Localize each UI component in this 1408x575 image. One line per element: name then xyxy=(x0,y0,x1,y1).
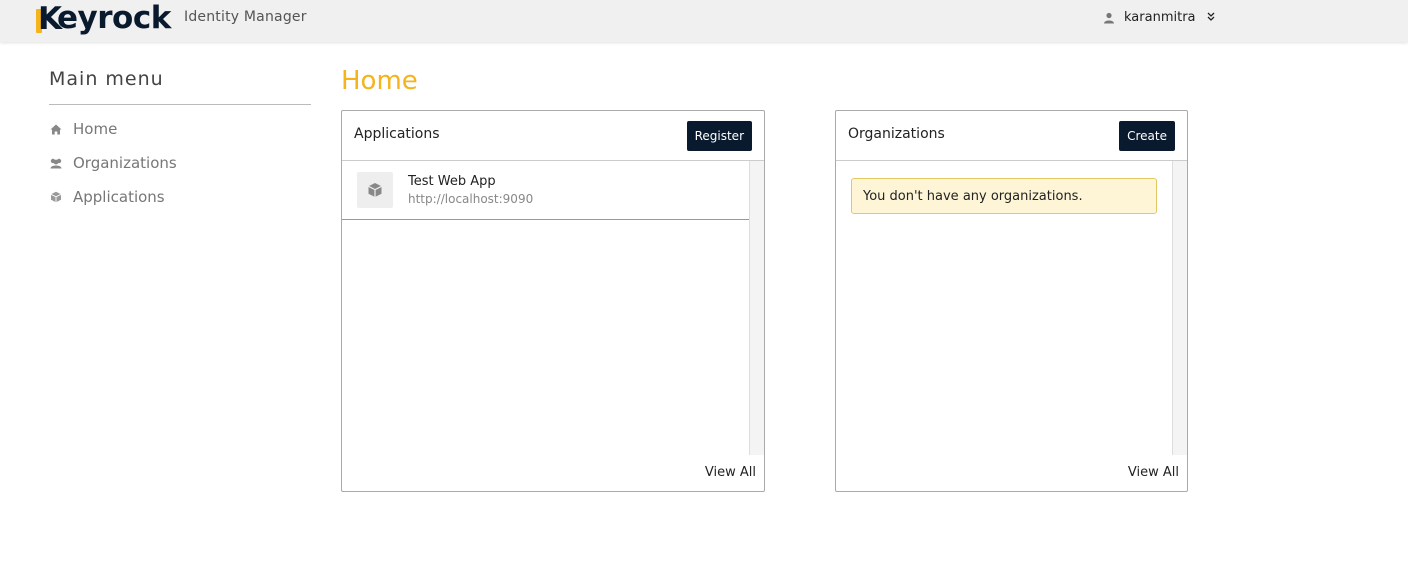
app-url: http://localhost:9090 xyxy=(408,192,534,206)
keyrock-logo[interactable]: K eyrock xyxy=(36,0,171,38)
users-icon xyxy=(49,157,63,169)
empty-organizations-alert: You don't have any organizations. xyxy=(851,178,1157,214)
applications-list: Test Web App http://localhost:9090 xyxy=(342,161,749,455)
view-all-organizations-link[interactable]: View All xyxy=(1128,465,1179,480)
sidebar-item-applications[interactable]: Applications xyxy=(49,187,311,207)
register-button[interactable]: Register xyxy=(686,121,752,151)
sidebar-item-label: Applications xyxy=(73,188,165,206)
app-name: Test Web App xyxy=(408,174,496,189)
cube-icon xyxy=(49,191,63,203)
organizations-panel-title: Organizations xyxy=(848,126,945,142)
view-all-applications-link[interactable]: View All xyxy=(705,465,756,480)
applications-panel-title: Applications xyxy=(354,126,440,142)
main-menu-title: Main menu xyxy=(49,68,311,105)
sidebar-item-label: Organizations xyxy=(73,154,177,172)
applications-scrollbar[interactable] xyxy=(749,161,764,455)
home-icon xyxy=(49,123,63,135)
user-menu[interactable]: karanmitra xyxy=(1103,10,1215,25)
applications-panel-header: Applications Register xyxy=(342,111,764,161)
logo-mark: K xyxy=(36,1,62,37)
page-title: Home xyxy=(341,66,418,96)
top-navbar: K eyrock Identity Manager karanmitra xyxy=(0,0,1408,42)
organizations-scrollbar[interactable] xyxy=(1172,161,1187,455)
app-subtitle: Identity Manager xyxy=(184,9,307,25)
user-icon xyxy=(1103,12,1115,24)
cube-icon xyxy=(357,172,393,208)
applications-panel: Applications Register Test Web App http:… xyxy=(341,110,765,492)
sidebar-item-organizations[interactable]: Organizations xyxy=(49,153,311,173)
user-name: karanmitra xyxy=(1124,10,1196,25)
sidebar-item-home[interactable]: Home xyxy=(49,119,311,139)
create-button[interactable]: Create xyxy=(1119,121,1175,151)
organizations-panel-header: Organizations Create xyxy=(836,111,1187,161)
sidebar: Main menu Home Organizations Application… xyxy=(49,68,311,207)
list-item[interactable]: Test Web App http://localhost:9090 xyxy=(342,161,749,220)
organizations-list: You don't have any organizations. xyxy=(836,161,1172,455)
sidebar-item-label: Home xyxy=(73,120,118,138)
double-chevron-down-icon xyxy=(1207,12,1215,24)
organizations-panel: Organizations Create You don't have any … xyxy=(835,110,1188,492)
